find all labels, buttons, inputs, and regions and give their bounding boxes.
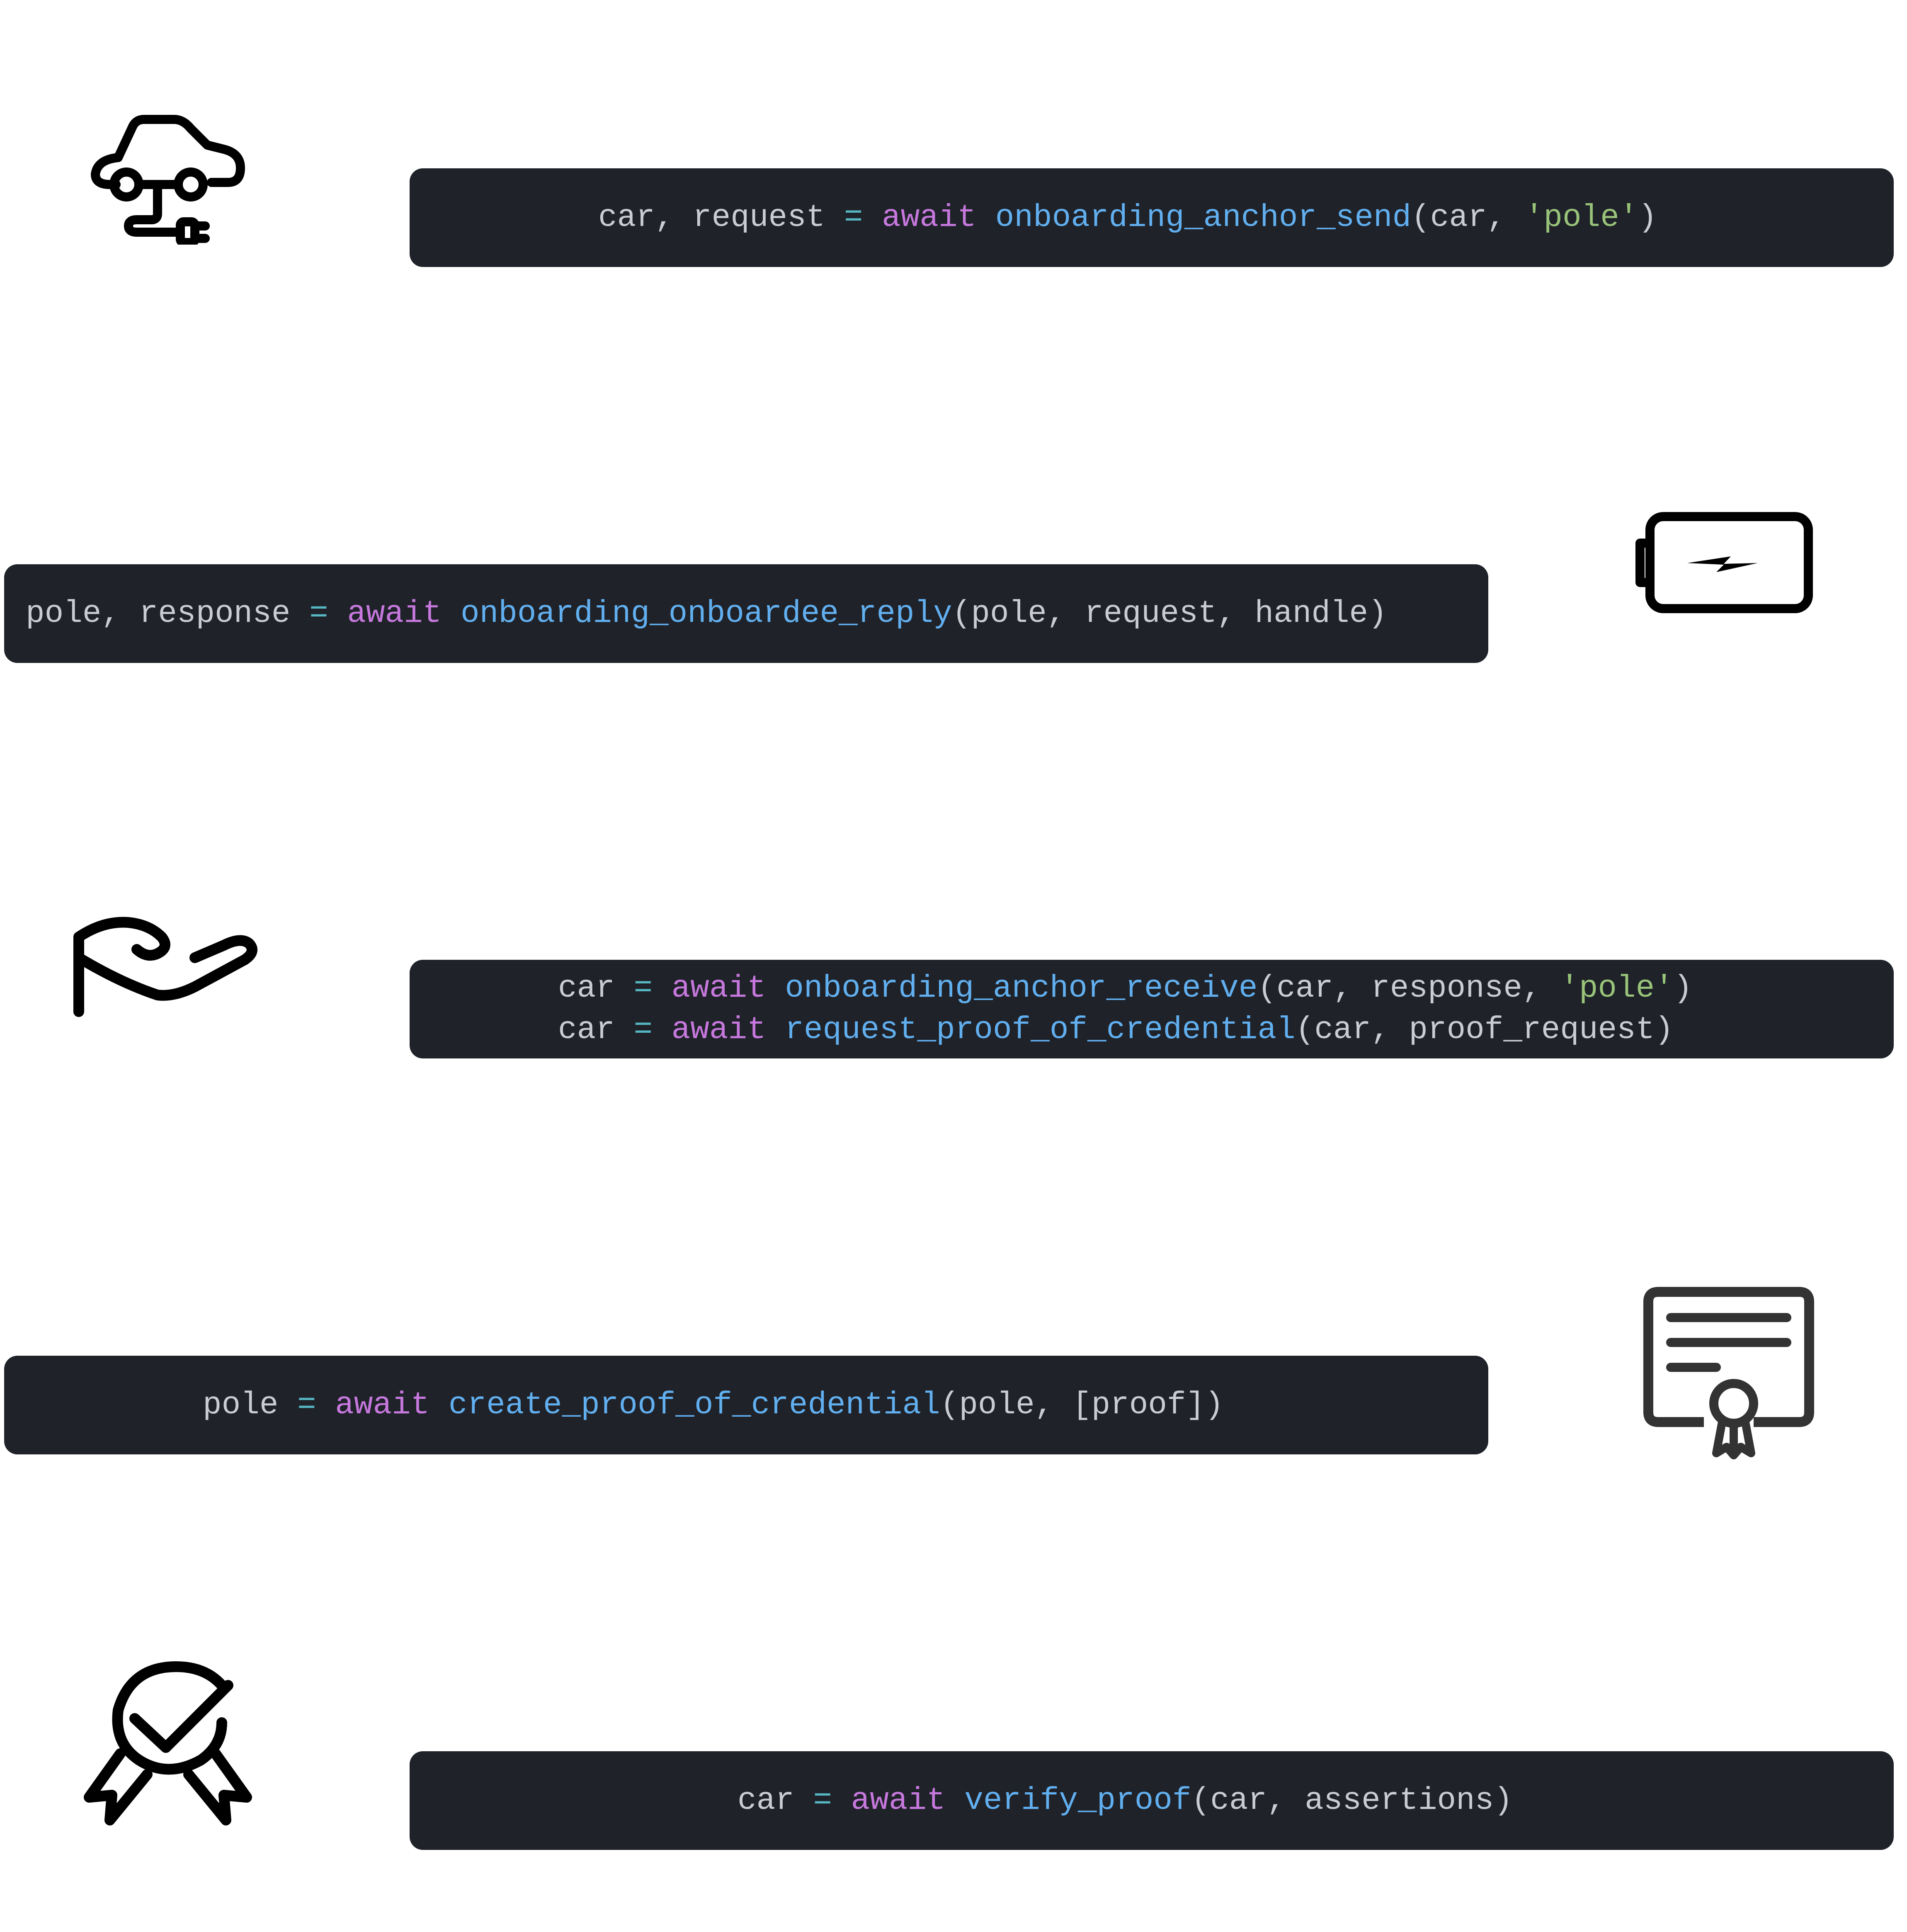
keyword-token: await — [882, 200, 977, 235]
code-text: (car, proof_request) — [1295, 1012, 1674, 1048]
code-text: car — [558, 1012, 634, 1048]
operator-token: = — [309, 596, 328, 631]
code-text: car — [738, 1783, 813, 1818]
code-line: car = await onboarding_anchor_receive(ca… — [558, 968, 1894, 1009]
code-text: car, request — [598, 200, 844, 235]
battery-charging-icon — [1635, 512, 1813, 613]
code-text: (pole, [proof]) — [940, 1387, 1224, 1423]
certificate-icon — [1643, 1287, 1814, 1459]
code-text: (car, response, — [1257, 971, 1560, 1006]
electric-car-plug-icon — [91, 115, 245, 245]
operator-token: = — [633, 1012, 653, 1048]
keyword-token: await — [347, 596, 442, 631]
keyword-token: await — [671, 971, 766, 1006]
code-line: car = await request_proof_of_credential(… — [558, 1009, 1894, 1051]
code-block-anchor-send: car, request = await onboarding_anchor_s… — [410, 168, 1894, 267]
code-block-create-proof: pole = await create_proof_of_credential(… — [4, 1356, 1488, 1454]
operator-token: = — [844, 200, 863, 235]
keyword-token: await — [671, 1012, 766, 1048]
code-text: car — [558, 971, 634, 1006]
function-name-token: onboarding_anchor_receive — [785, 971, 1258, 1006]
function-name-token: onboarding_onboardee_reply — [461, 596, 952, 631]
open-hand-icon — [73, 917, 257, 1017]
operator-token: = — [813, 1783, 832, 1818]
function-name-token: verify_proof — [964, 1783, 1191, 1818]
operator-token: = — [633, 971, 653, 1006]
string-literal-token: 'pole' — [1524, 200, 1638, 235]
function-name-token: create_proof_of_credential — [448, 1387, 940, 1423]
code-text: (car, — [1411, 200, 1525, 235]
operator-token: = — [297, 1387, 316, 1423]
code-block-verify-proof: car = await verify_proof(car, assertions… — [410, 1751, 1894, 1850]
function-name-token: onboarding_anchor_send — [995, 200, 1412, 235]
code-text: ) — [1638, 200, 1657, 235]
code-text: (car, assertions) — [1191, 1783, 1513, 1818]
code-text: pole — [203, 1387, 298, 1423]
code-line: pole = await create_proof_of_credential(… — [203, 1384, 1488, 1426]
code-block-anchor-receive: car = await onboarding_anchor_receive(ca… — [410, 960, 1894, 1058]
string-literal-token: 'pole' — [1560, 971, 1674, 1006]
code-text: pole, response — [26, 596, 310, 631]
code-line: car, request = await onboarding_anchor_s… — [598, 197, 1894, 238]
code-line: car = await verify_proof(car, assertions… — [738, 1780, 1894, 1821]
code-text: ) — [1673, 971, 1693, 1006]
keyword-token: await — [335, 1387, 430, 1423]
code-line: pole, response = await onboarding_onboar… — [26, 593, 1488, 634]
keyword-token: await — [851, 1783, 946, 1818]
verified-badge-icon — [84, 1661, 252, 1825]
code-block-onboardee-reply: pole, response = await onboarding_onboar… — [4, 564, 1488, 663]
function-name-token: request_proof_of_credential — [785, 1012, 1296, 1048]
code-text: (pole, request, handle) — [952, 596, 1387, 631]
